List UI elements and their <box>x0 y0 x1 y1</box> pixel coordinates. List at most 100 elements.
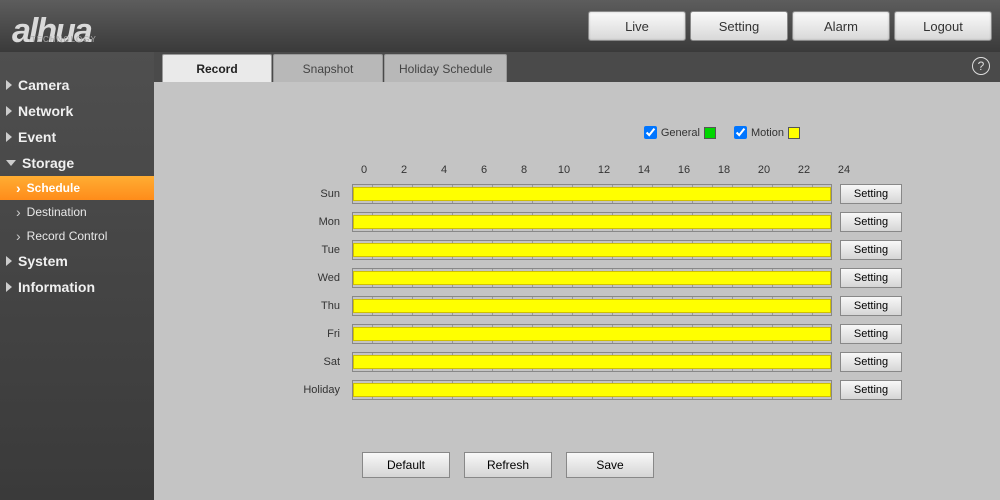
nav-live[interactable]: Live <box>588 11 686 41</box>
sidebar-sub-destination[interactable]: Destination <box>0 200 154 224</box>
day-label: Fri <box>222 328 352 340</box>
day-label: Sun <box>222 188 352 200</box>
timeline-tue[interactable] <box>352 240 832 260</box>
brand-subtitle: TECHNOLOGY <box>31 35 97 44</box>
sidebar-item-event[interactable]: Event <box>0 124 154 150</box>
schedule-row-thu: Thu Setting <box>222 292 982 320</box>
save-button[interactable]: Save <box>566 452 654 478</box>
sidebar-item-label: Network <box>18 103 73 119</box>
row-setting-button[interactable]: Setting <box>840 268 902 288</box>
default-button[interactable]: Default <box>362 452 450 478</box>
schedule-row-sat: SatSetting <box>222 348 982 376</box>
tab-snapshot[interactable]: Snapshot <box>273 54 383 82</box>
schedule-bar <box>353 271 831 285</box>
sidebar-sub-record-control[interactable]: Record Control <box>0 224 154 248</box>
legend-motion-label: Motion <box>751 127 784 139</box>
schedule-bar <box>353 299 831 313</box>
row-setting-button[interactable]: Setting <box>840 324 902 344</box>
timeline-thu[interactable] <box>352 296 832 316</box>
caret-icon <box>6 132 12 142</box>
day-label: Wed <box>222 272 352 284</box>
row-setting-button[interactable]: Setting <box>840 296 902 316</box>
hour-tick: 20 <box>758 164 770 176</box>
day-label: Thu <box>222 300 352 312</box>
sidebar: Camera Network Event Storage ScheduleDestina… <box>0 52 154 500</box>
schedule-bar <box>353 215 831 229</box>
caret-icon <box>6 256 12 266</box>
sidebar-item-label: Storage <box>22 155 74 171</box>
hour-tick: 22 <box>798 164 810 176</box>
day-label: Mon <box>222 216 352 228</box>
hour-tick: 12 <box>598 164 610 176</box>
legend-motion[interactable]: Motion <box>734 126 800 139</box>
timeline-holiday[interactable] <box>352 380 832 400</box>
legend: General Motion <box>644 126 800 139</box>
brand-logo: alhua TECHNOLOGY <box>12 1 97 51</box>
legend-general-label: General <box>661 127 700 139</box>
schedule-row-fri: Fri Setting <box>222 320 982 348</box>
schedule-bar <box>353 187 831 201</box>
motion-checkbox[interactable] <box>734 126 747 139</box>
row-setting-button[interactable]: Setting <box>840 380 902 400</box>
help-icon[interactable]: ? <box>972 57 990 75</box>
hour-tick: 8 <box>521 164 527 176</box>
content-area: RecordSnapshotHoliday Schedule ? General… <box>154 52 1000 500</box>
day-label: Holiday <box>222 384 352 396</box>
caret-icon <box>6 282 12 292</box>
sidebar-item-camera[interactable]: Camera <box>0 72 154 98</box>
tab-strip: RecordSnapshotHoliday Schedule <box>154 52 1000 82</box>
caret-icon <box>6 80 12 90</box>
schedule-bar <box>353 355 831 369</box>
motion-swatch-icon <box>788 127 800 139</box>
hour-tick: 0 <box>361 164 367 176</box>
hour-tick: 2 <box>401 164 407 176</box>
hour-tick: 4 <box>441 164 447 176</box>
top-nav: LiveSettingAlarmLogout <box>588 11 992 41</box>
timeline-sun[interactable] <box>352 184 832 204</box>
sidebar-item-storage[interactable]: Storage <box>0 150 154 176</box>
hour-tick: 24 <box>838 164 850 176</box>
sidebar-item-system[interactable]: System <box>0 248 154 274</box>
tab-holiday-schedule[interactable]: Holiday Schedule <box>384 54 507 82</box>
schedule-bar <box>353 243 831 257</box>
sidebar-item-label: Information <box>18 279 95 295</box>
sidebar-item-label: Camera <box>18 77 69 93</box>
general-checkbox[interactable] <box>644 126 657 139</box>
day-rows: Sun Setting Mon Setting Tue Setting Wed Setting… <box>222 180 982 404</box>
brand-name: alhua <box>12 12 91 51</box>
refresh-button[interactable]: Refresh <box>464 452 552 478</box>
hour-tick: 14 <box>638 164 650 176</box>
day-label: Tue <box>222 244 352 256</box>
record-pane: General Motion 024681012141618202224 Sun… <box>154 82 1000 500</box>
sidebar-sub-schedule[interactable]: Schedule <box>0 176 154 200</box>
sidebar-item-label: Event <box>18 129 56 145</box>
schedule-row-holiday: Holiday Setting <box>222 376 982 404</box>
hour-tick: 10 <box>558 164 570 176</box>
timeline-mon[interactable] <box>352 212 832 232</box>
hour-tick: 6 <box>481 164 487 176</box>
row-setting-button[interactable]: Setting <box>840 352 902 372</box>
sidebar-item-information[interactable]: Information <box>0 274 154 300</box>
action-row: Default Refresh Save <box>362 452 654 478</box>
tab-record[interactable]: Record <box>162 54 272 82</box>
nav-alarm[interactable]: Alarm <box>792 11 890 41</box>
timeline-fri[interactable] <box>352 324 832 344</box>
timeline-wed[interactable] <box>352 268 832 288</box>
schedule-row-mon: Mon Setting <box>222 208 982 236</box>
schedule-bar <box>353 383 831 397</box>
caret-icon <box>6 160 16 166</box>
schedule-row-wed: Wed Setting <box>222 264 982 292</box>
header-bar: alhua TECHNOLOGY LiveSettingAlarmLogout <box>0 0 1000 52</box>
row-setting-button[interactable]: Setting <box>840 184 902 204</box>
schedule-row-tue: Tue Setting <box>222 236 982 264</box>
schedule-bar <box>353 327 831 341</box>
sidebar-item-network[interactable]: Network <box>0 98 154 124</box>
nav-setting[interactable]: Setting <box>690 11 788 41</box>
timeline-sat[interactable] <box>352 352 832 372</box>
nav-logout[interactable]: Logout <box>894 11 992 41</box>
row-setting-button[interactable]: Setting <box>840 212 902 232</box>
row-setting-button[interactable]: Setting <box>840 240 902 260</box>
legend-general[interactable]: General <box>644 126 716 139</box>
hour-axis: 024681012141618202224 <box>364 164 844 180</box>
schedule-row-sun: Sun Setting <box>222 180 982 208</box>
